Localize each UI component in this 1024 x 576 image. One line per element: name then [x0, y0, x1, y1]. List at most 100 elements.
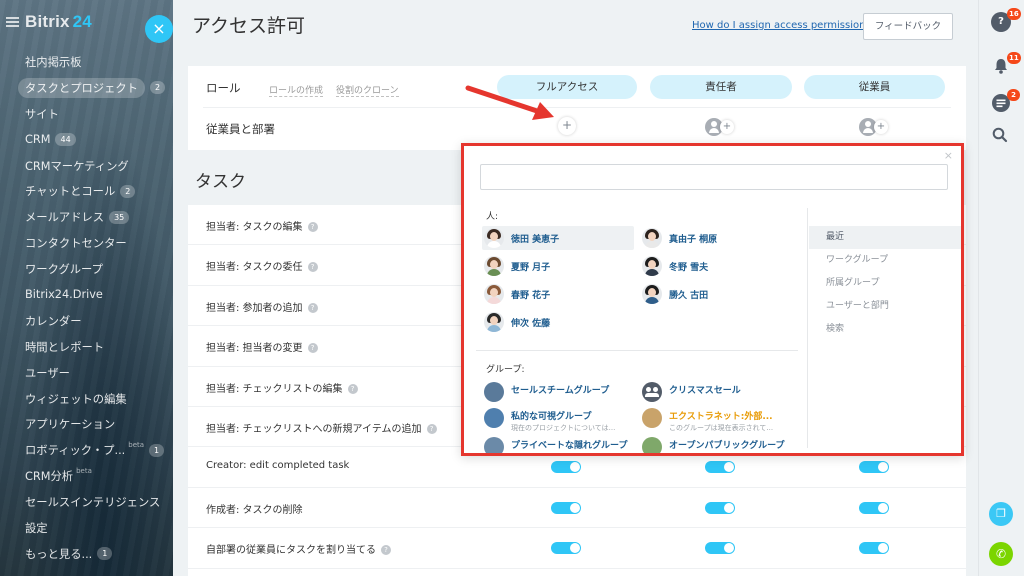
person-name: 春野 花子 [511, 290, 551, 301]
person-name: 伸次 佐藤 [511, 318, 551, 329]
sidebar-header: Bitrix 24 [6, 10, 92, 34]
help-icon[interactable]: ? [307, 222, 318, 232]
sidebar-item[interactable]: カレンダー [0, 308, 173, 334]
role-pill-manager[interactable]: 責任者 [650, 75, 792, 99]
help-link[interactable]: How do I assign access permissions? [692, 20, 876, 31]
task-permission-label: 自部署の従業員にタスクを割り当てる? [206, 541, 391, 556]
annotation-arrow-icon [465, 85, 554, 120]
person-item[interactable]: 勝久 古田 [640, 282, 790, 306]
brand-logo[interactable]: Bitrix 24 [25, 12, 92, 32]
group-avatar-icon [484, 437, 504, 453]
permission-toggle[interactable] [705, 501, 735, 514]
selector-tab[interactable]: 検索 [809, 318, 961, 341]
beta-badge: beta [128, 441, 145, 450]
person-name: 勝久 古田 [669, 290, 709, 301]
sidebar-item-label: ワークグループ [25, 263, 103, 277]
sidebar-menu: 社内掲示板 タスクとプロジェクト 2 サイト CRM 44 CRMマーケティングチャットとコ… [0, 49, 173, 567]
person-item[interactable]: 真由子 桐原 [640, 226, 790, 250]
sidebar-item[interactable]: CRM 44 [0, 127, 173, 153]
selector-tab[interactable]: 所属グループ [809, 272, 961, 295]
add-member-manager-button[interactable]: + [720, 120, 734, 134]
sidebar-item[interactable]: ウィジェットの編集 [0, 386, 173, 412]
sidebar-item[interactable]: Bitrix24.Drive [0, 282, 173, 308]
group-item[interactable]: オープンパブリックグループ [640, 435, 800, 453]
selector-tab[interactable]: ユーザーと部門 [809, 295, 961, 318]
group-item[interactable]: プライベートな隠れグループ [482, 435, 642, 453]
close-slider-button[interactable]: × [145, 15, 173, 43]
feedback-button[interactable]: フィードバック [863, 13, 953, 40]
search-icon[interactable] [991, 126, 1009, 144]
help-icon[interactable]: ? [347, 383, 358, 394]
phone-icon[interactable]: ✆ [989, 542, 1013, 566]
sidebar-item-label: サイト [25, 107, 59, 121]
group-item[interactable]: クリスマスセール [640, 380, 800, 404]
sidebar-item[interactable]: 時間とレポート [0, 334, 173, 360]
person-item[interactable]: 冬野 雪夫 [640, 254, 790, 278]
sidebar-item[interactable]: ワークグループ [0, 256, 173, 282]
permission-toggle[interactable] [859, 461, 889, 474]
selector-tabs: 最近 ワークグループ 所属グループ ユーザーと部門 検索 [809, 226, 961, 341]
help-icon[interactable]: ? [426, 424, 437, 434]
close-icon[interactable]: × [944, 149, 953, 162]
person-name: 冬野 雪夫 [669, 262, 709, 273]
sidebar-item[interactable]: CRM分析 beta [0, 463, 173, 489]
counter-badge: 1 [149, 443, 165, 457]
sidebar-item[interactable]: CRMマーケティング [0, 153, 173, 179]
group-avatar-icon [642, 408, 662, 428]
task-permission-label: 担当者: 参加者の追加? [206, 299, 318, 314]
sidebar-item[interactable]: ロボティック・プ... beta 1 [0, 437, 173, 463]
sidebar-item[interactable]: 社内掲示板 [0, 49, 173, 75]
sidebar-item[interactable]: 設定 [0, 515, 173, 541]
help-badge: 16 [1007, 8, 1021, 20]
menu-burger-icon[interactable] [6, 17, 19, 27]
clone-role-link[interactable]: 役割のクローン [336, 83, 399, 97]
person-item[interactable]: 伸次 佐藤 [482, 310, 632, 334]
vertical-divider [807, 208, 808, 448]
counter-badge: 44 [55, 133, 76, 147]
create-role-link[interactable]: ロールの作成 [269, 83, 324, 97]
person-item[interactable]: 徳田 美恵子 [482, 226, 634, 250]
person-name: 夏野 月子 [511, 262, 551, 273]
group-name: プライベートな隠れグループ [511, 441, 628, 451]
sidebar-item[interactable]: チャットとコール 2 [0, 178, 173, 204]
group-name: 私的な可視グループ [511, 412, 592, 422]
sidebar-item[interactable]: セールスインテリジェンス [0, 489, 173, 515]
selector-tab[interactable]: 最近 [809, 226, 961, 249]
sidebar-item[interactable]: サイト [0, 101, 173, 127]
role-pill-employee[interactable]: 従業員 [804, 75, 945, 99]
group-item[interactable]: エクストラネット:外部... このグループは現在表示されて... [640, 406, 800, 432]
sidebar-item[interactable]: アプリケーション [0, 411, 173, 437]
add-member-full-access-button[interactable]: + [558, 117, 576, 135]
selector-tab[interactable]: ワークグループ [809, 249, 961, 272]
sidebar-item[interactable]: メールアドレス 35 [0, 204, 173, 230]
group-item[interactable]: 私的な可視グループ 現在のプロジェクトについては... [482, 406, 642, 432]
help-icon[interactable]: ? [381, 545, 391, 556]
sidebar-item[interactable]: コンタクトセンター [0, 230, 173, 256]
person-name: 徳田 美恵子 [511, 234, 560, 245]
add-member-employee-button[interactable]: + [874, 120, 888, 134]
sidebar-item[interactable]: タスクとプロジェクト 2 [0, 75, 173, 101]
permission-toggle[interactable] [551, 461, 581, 474]
popup-search-input[interactable] [480, 164, 948, 190]
permission-toggle[interactable] [859, 501, 889, 514]
sidebar-item[interactable]: ユーザー [0, 360, 173, 386]
task-permission-row: 作成者: タスクの削除 [188, 488, 966, 529]
help-icon[interactable]: ? [307, 302, 318, 313]
member-selector-popup: × 人: 徳田 美恵子 真由子 桐原 夏野 月子 冬野 雪夫 春野 花子 勝久 古田 伸次 … [461, 143, 964, 456]
permission-toggle[interactable] [551, 542, 581, 555]
permission-toggle[interactable] [859, 542, 889, 555]
help-icon[interactable]: ? [307, 343, 318, 354]
chat-badge: 2 [1007, 89, 1020, 101]
person-item[interactable]: 夏野 月子 [482, 254, 632, 278]
counter-badge: 1 [97, 547, 113, 561]
copy-icon[interactable]: ❐ [989, 502, 1013, 526]
permission-toggle[interactable] [705, 461, 735, 474]
group-item[interactable]: セールスチームグループ [482, 380, 642, 404]
avatar [484, 312, 504, 332]
permission-toggle[interactable] [551, 501, 581, 514]
help-icon[interactable]: ? [307, 262, 318, 273]
person-item[interactable]: 春野 花子 [482, 282, 632, 306]
sidebar-item[interactable]: もっと見る... 1 [0, 541, 173, 567]
sidebar-item-label: CRMマーケティング [25, 159, 129, 173]
permission-toggle[interactable] [705, 542, 735, 555]
